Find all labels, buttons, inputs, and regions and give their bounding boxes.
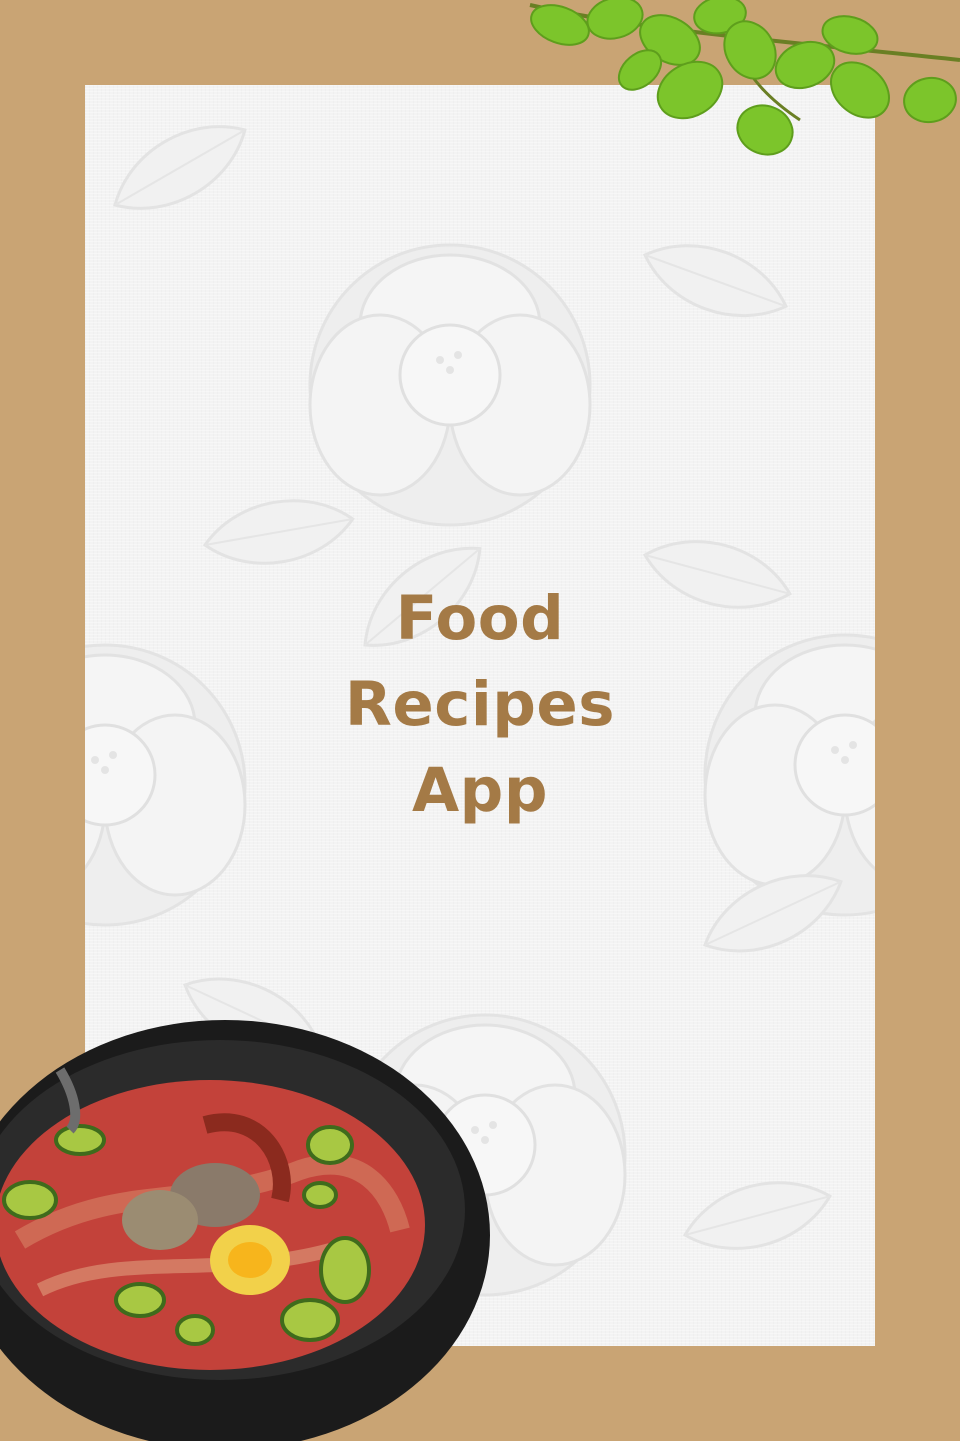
- app-title-line: Recipes: [344, 669, 616, 740]
- app-title-line: Food: [395, 583, 565, 654]
- leaf-branch-icon: [529, 0, 960, 156]
- stew-pot-icon: [0, 1020, 490, 1441]
- app-title: Food Recipes App: [0, 576, 960, 834]
- app-title-line: App: [411, 755, 549, 826]
